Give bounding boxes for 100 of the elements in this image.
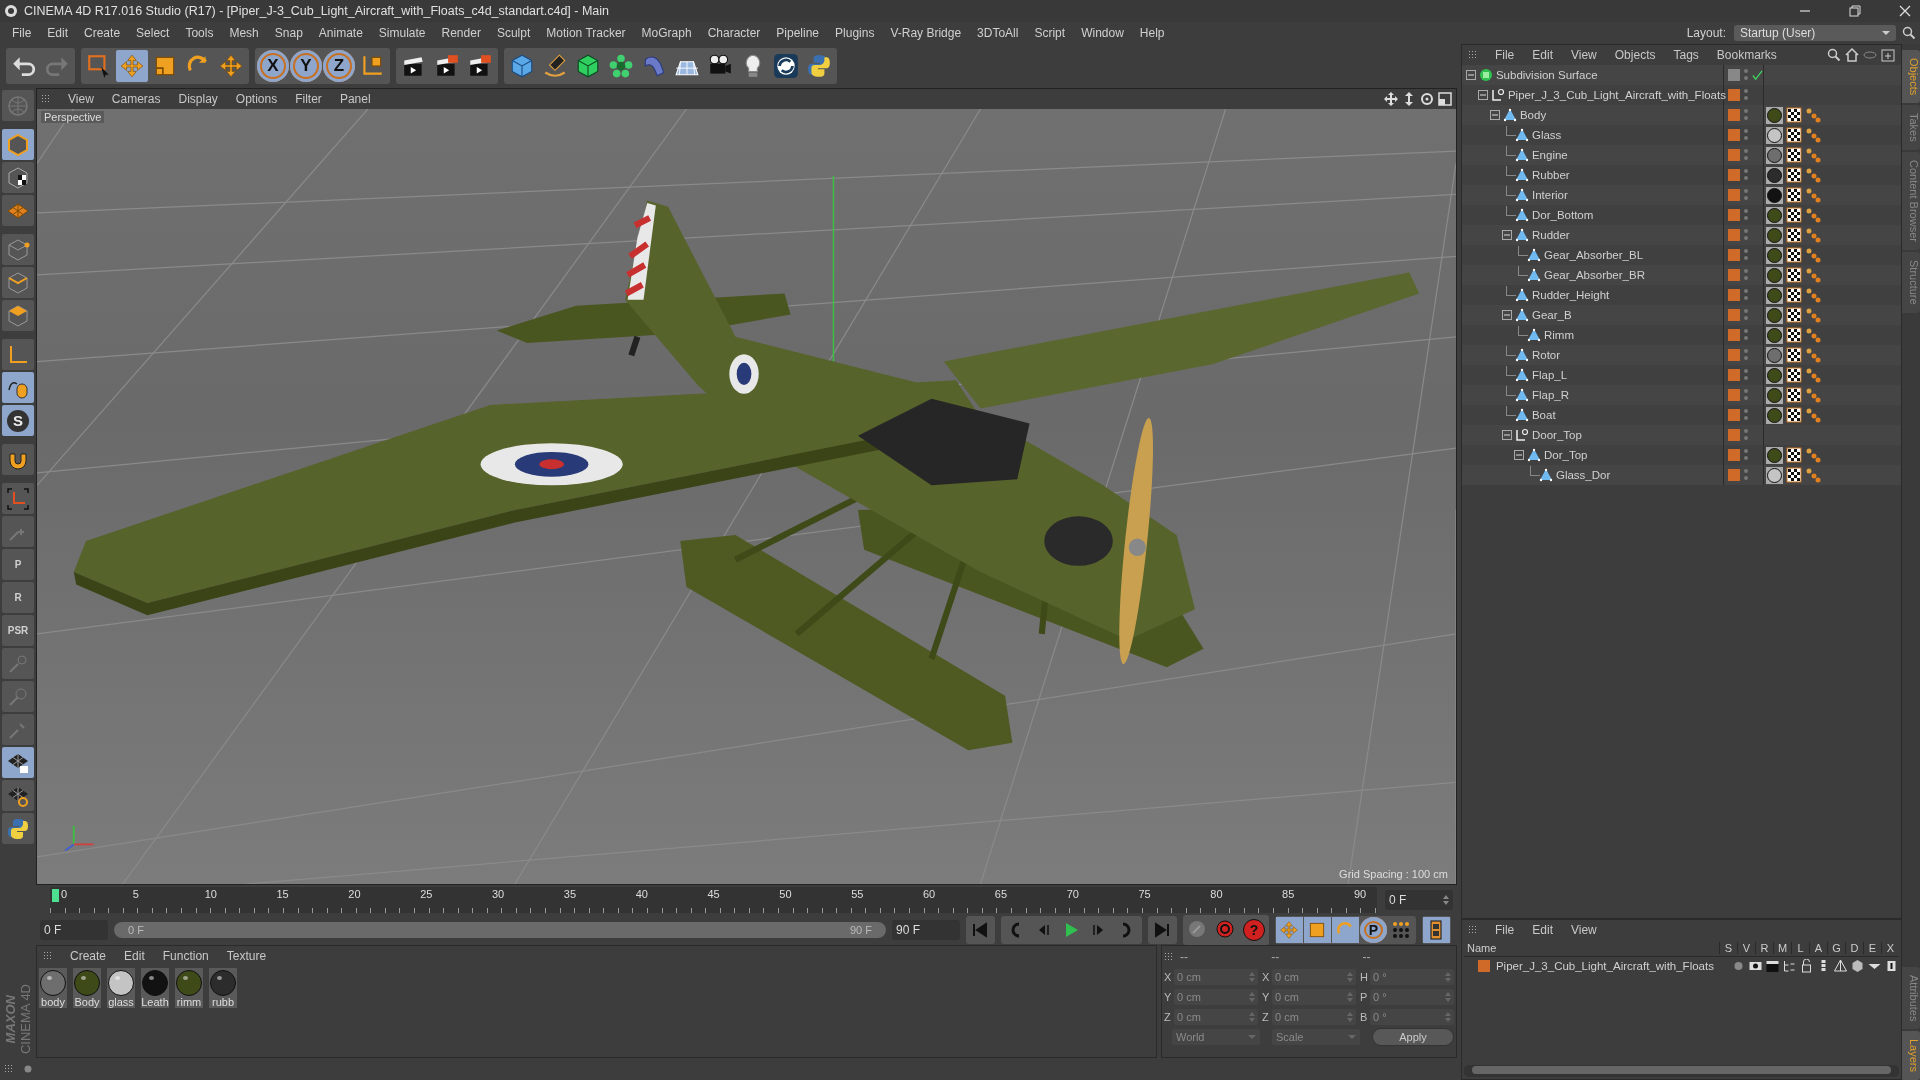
dots-tag-icon[interactable] (1804, 207, 1821, 223)
visibility-dots-icon[interactable] (1742, 308, 1749, 322)
menu-item[interactable]: 3DToAll (969, 26, 1027, 40)
material-ball[interactable] (74, 970, 100, 996)
home-icon[interactable] (1845, 48, 1860, 62)
visibility-dots-icon[interactable] (1742, 108, 1749, 122)
python-icon[interactable] (2, 813, 34, 844)
timeline-ruler[interactable]: 0 5 10 15 20 25 30 35 40 45 50 55 60 65 70 75 80 85 90 (50, 887, 1377, 913)
menu-item[interactable]: Plugins (827, 26, 883, 40)
column-header[interactable]: M (1773, 942, 1792, 954)
grip-icon[interactable] (4, 1064, 14, 1074)
restore-icon[interactable] (1848, 4, 1862, 18)
current-frame-field[interactable]: 0 F (1384, 890, 1453, 910)
visibility-dots-icon[interactable] (1742, 68, 1749, 82)
checker-tag-icon[interactable] (1785, 107, 1802, 123)
menu-item[interactable]: Pipeline (768, 26, 828, 40)
material-tag[interactable] (1765, 186, 1783, 204)
lock-button[interactable]: PSR (2, 615, 34, 646)
objects-menu-item[interactable]: View (1564, 48, 1604, 62)
new-panel-icon[interactable] (1881, 48, 1896, 62)
end-frame-field[interactable]: 90 F (891, 920, 960, 940)
visibility-dots-icon[interactable] (1742, 368, 1749, 382)
layer-swatch[interactable] (1727, 249, 1740, 261)
film-strip-icon[interactable] (1422, 917, 1450, 943)
layer-swatch[interactable] (1727, 69, 1740, 81)
object-name[interactable]: Interior (1531, 189, 1568, 201)
menu-item[interactable]: Mesh (221, 26, 267, 40)
visibility-dots-icon[interactable] (1742, 188, 1749, 202)
checker-tag-icon[interactable] (1785, 367, 1802, 383)
check-icon[interactable] (1751, 69, 1763, 81)
object-name[interactable]: Body (1519, 109, 1547, 121)
menu-item[interactable]: Simulate (370, 26, 434, 40)
material-tag[interactable] (1765, 126, 1783, 144)
material-tag[interactable] (1765, 446, 1783, 464)
pan-icon[interactable] (1383, 92, 1398, 106)
material-tag[interactable] (1765, 466, 1783, 484)
snap-button[interactable]: S (2, 405, 34, 436)
material-tag[interactable] (1765, 306, 1783, 324)
column-header[interactable]: X (1881, 942, 1900, 954)
grip-icon[interactable] (43, 951, 53, 961)
object-name[interactable]: Glass (1531, 129, 1562, 141)
checker-tag-icon[interactable] (1785, 167, 1802, 183)
dots-tag-icon[interactable] (1804, 327, 1821, 343)
checker-tag-icon[interactable] (1785, 227, 1802, 243)
menu-item[interactable]: Window (1073, 26, 1132, 40)
menu-item[interactable]: V-Ray Bridge (882, 26, 970, 40)
clapperboard-icon[interactable] (1765, 959, 1781, 973)
visibility-dots-icon[interactable] (1742, 268, 1749, 282)
checker-tag-icon[interactable] (1785, 407, 1802, 423)
cube-icon[interactable] (2, 234, 34, 265)
lock-button[interactable]: P (2, 549, 34, 580)
material-tag[interactable] (1765, 226, 1783, 244)
layout-dropdown[interactable]: Startup (User) (1734, 25, 1896, 41)
dots-tag-icon[interactable] (1804, 367, 1821, 383)
side-tab[interactable]: Objects (1902, 50, 1920, 104)
checker-tag-icon[interactable] (1785, 267, 1802, 283)
layer-swatch[interactable] (1727, 129, 1740, 141)
object-name[interactable]: Flap_L (1531, 369, 1568, 381)
material-menu-item[interactable]: Edit (117, 949, 152, 963)
visibility-dots-icon[interactable] (1742, 468, 1749, 482)
layer-swatch[interactable] (1727, 409, 1740, 421)
column-header[interactable]: R (1755, 942, 1774, 954)
object-name[interactable]: Rubber (1531, 169, 1570, 181)
grid-refresh-icon[interactable] (2, 780, 34, 811)
viewport-menu-item[interactable]: Options (228, 92, 285, 106)
dots-tag-icon[interactable] (1804, 447, 1821, 463)
column-header[interactable]: D (1845, 942, 1864, 954)
grip-icon[interactable] (1467, 925, 1478, 935)
viewport-menu-item[interactable]: Cameras (104, 92, 168, 106)
dots-tag-icon[interactable] (1804, 407, 1821, 423)
dots-tag-icon[interactable] (1804, 267, 1821, 283)
maximize-view-icon[interactable] (1437, 92, 1452, 106)
objects-menu-item[interactable]: Bookmarks (1709, 48, 1784, 62)
menu-item[interactable]: Script (1026, 26, 1074, 40)
menu-item[interactable]: Snap (266, 26, 311, 40)
grip-icon[interactable] (41, 94, 51, 104)
column-header[interactable]: Name (1463, 942, 1720, 954)
objects-menu-item[interactable]: Edit (1525, 48, 1560, 62)
column-header[interactable]: S (1719, 942, 1738, 954)
axis-icon[interactable] (2, 483, 34, 514)
start-frame-field[interactable]: 0 F (40, 920, 108, 940)
horizontal-scrollbar[interactable] (1463, 1065, 1900, 1077)
object-name[interactable]: Dor_Top (1543, 449, 1588, 461)
search-icon[interactable] (1827, 48, 1842, 62)
tree-toggle-icon[interactable] (1489, 110, 1500, 120)
column-header[interactable]: L (1791, 942, 1810, 954)
layer-swatch[interactable] (1727, 329, 1740, 341)
tree-toggle-icon[interactable] (1477, 90, 1488, 100)
dots-tag-icon[interactable] (1804, 467, 1821, 483)
viewport-menu-item[interactable]: Display (171, 92, 225, 106)
orbit-icon[interactable] (1419, 92, 1434, 106)
material-tag[interactable] (1765, 286, 1783, 304)
dots-tag-icon[interactable] (1804, 107, 1821, 123)
layer-swatch[interactable] (1727, 429, 1740, 441)
object-name[interactable]: Rimm (1543, 329, 1574, 341)
material-ball[interactable] (176, 970, 202, 996)
material-tag[interactable] (1765, 386, 1783, 404)
viewport-menu-item[interactable]: View (61, 92, 101, 106)
visibility-dots-icon[interactable] (1742, 208, 1749, 222)
menu-item[interactable]: File (4, 26, 40, 40)
